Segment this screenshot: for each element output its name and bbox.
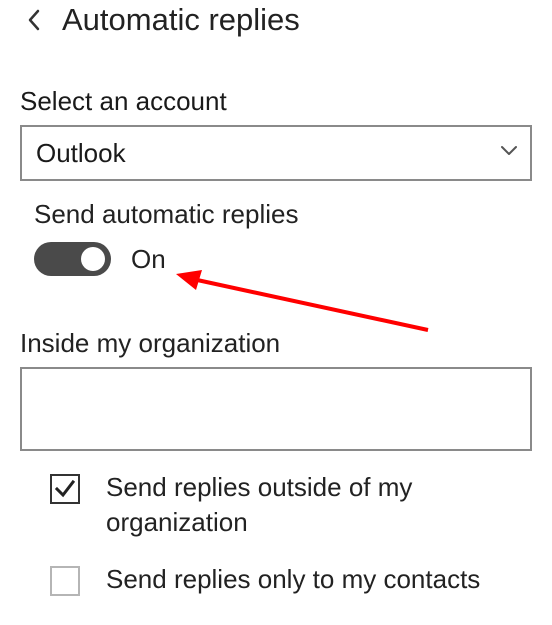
checkmark-icon [54, 478, 76, 500]
send-outside-label: Send replies outside of my organization [106, 470, 486, 540]
back-button[interactable] [20, 6, 48, 34]
send-outside-checkbox[interactable] [50, 474, 80, 504]
toggle-state-label: On [131, 244, 166, 275]
toggle-knob [81, 247, 105, 271]
account-select[interactable]: Outlook [20, 125, 532, 181]
chevron-left-icon [27, 9, 41, 31]
inside-org-label: Inside my organization [0, 276, 552, 367]
page-title: Automatic replies [62, 2, 300, 38]
send-contacts-only-label: Send replies only to my contacts [106, 562, 480, 597]
send-contacts-only-checkbox[interactable] [50, 566, 80, 596]
account-label: Select an account [0, 46, 552, 125]
auto-replies-toggle[interactable] [34, 242, 111, 276]
auto-replies-label: Send automatic replies [0, 181, 552, 238]
inside-org-textarea[interactable] [20, 367, 532, 451]
